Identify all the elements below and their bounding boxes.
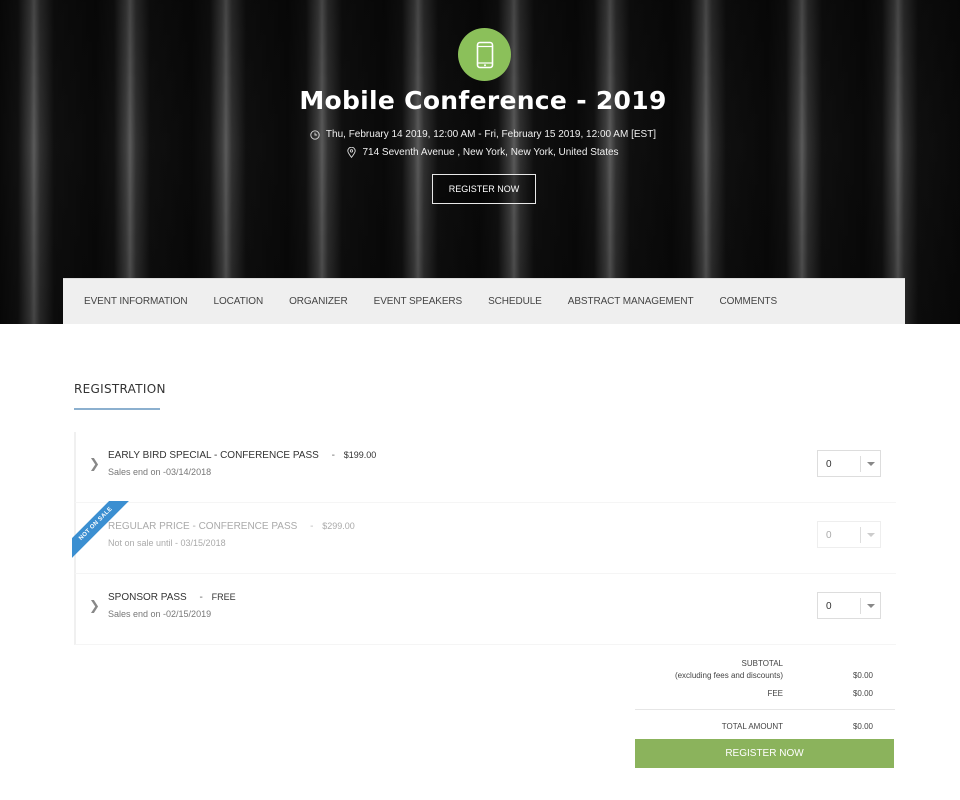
chevron-down-icon bbox=[867, 604, 875, 608]
hero-register-button[interactable]: REGISTER NOW bbox=[432, 174, 536, 204]
ticket-name: SPONSOR PASS bbox=[108, 592, 187, 603]
mobile-phone-icon bbox=[458, 28, 511, 81]
tab-location[interactable]: LOCATION bbox=[203, 296, 275, 307]
ticket-row: ❯ SPONSOR PASS - FREE Sales end on -02/1… bbox=[74, 574, 896, 645]
ticket-price: $199.00 bbox=[343, 450, 377, 460]
ticket-sales-start: Not on sale until - 03/15/2018 bbox=[108, 538, 226, 548]
title-underline bbox=[74, 408, 160, 410]
subtotal-label: SUBTOTAL bbox=[741, 659, 784, 668]
quantity-value: 0 bbox=[826, 459, 832, 470]
chevron-down-icon bbox=[867, 462, 875, 466]
ticket-name-row: REGULAR PRICE - CONFERENCE PASS - $299.0… bbox=[108, 521, 355, 532]
register-now-button[interactable]: REGISTER NOW bbox=[635, 739, 894, 768]
event-location: 714 Seventh Avenue , New York, New York,… bbox=[362, 147, 619, 158]
total-value: $0.00 bbox=[852, 722, 873, 731]
ticket-separator: - bbox=[310, 521, 314, 532]
hero-banner: Mobile Conference - 2019 Thu, February 1… bbox=[0, 0, 960, 324]
event-title: Mobile Conference - 2019 bbox=[299, 86, 667, 115]
chevron-down-icon bbox=[867, 533, 875, 537]
total-label: TOTAL AMOUNT bbox=[721, 722, 783, 731]
chevron-right-icon[interactable]: ❯ bbox=[89, 598, 100, 614]
event-nav: EVENT INFORMATION LOCATION ORGANIZER EVE… bbox=[63, 278, 905, 324]
select-divider bbox=[860, 598, 861, 614]
tab-event-speakers[interactable]: EVENT SPEAKERS bbox=[363, 296, 473, 307]
ticket-separator: - bbox=[331, 450, 335, 461]
quantity-select: 0 bbox=[817, 521, 881, 548]
tab-organizer[interactable]: ORGANIZER bbox=[278, 296, 359, 307]
ticket-price: FREE bbox=[211, 592, 236, 602]
ticket-sales-end: Sales end on -02/15/2019 bbox=[108, 609, 212, 619]
tab-schedule[interactable]: SCHEDULE bbox=[477, 296, 553, 307]
ticket-name-row: SPONSOR PASS - FREE bbox=[108, 592, 236, 603]
ticket-row: NOT ON SALE REGULAR PRICE - CONFERENCE P… bbox=[72, 501, 896, 574]
clock-icon bbox=[310, 129, 320, 140]
ticket-list: ❯ EARLY BIRD SPECIAL - CONFERENCE PASS -… bbox=[72, 432, 896, 645]
quantity-select[interactable]: 0 bbox=[817, 592, 881, 619]
quantity-value: 0 bbox=[826, 530, 832, 541]
chevron-right-icon[interactable]: ❯ bbox=[89, 456, 100, 472]
ticket-name: EARLY BIRD SPECIAL - CONFERENCE PASS bbox=[108, 450, 319, 461]
tab-abstract-management[interactable]: ABSTRACT MANAGEMENT bbox=[557, 296, 705, 307]
ticket-row: ❯ EARLY BIRD SPECIAL - CONFERENCE PASS -… bbox=[74, 432, 896, 503]
registration-title: REGISTRATION bbox=[74, 382, 166, 396]
summary-divider bbox=[635, 709, 895, 710]
tab-comments[interactable]: COMMENTS bbox=[708, 296, 788, 307]
ticket-separator: - bbox=[199, 592, 203, 603]
fee-label: FEE bbox=[767, 689, 783, 698]
fee-value: $0.00 bbox=[852, 689, 873, 698]
ticket-sales-end: Sales end on -03/14/2018 bbox=[108, 467, 212, 477]
quantity-select[interactable]: 0 bbox=[817, 450, 881, 477]
event-location-row: 714 Seventh Avenue , New York, New York,… bbox=[0, 147, 960, 158]
tab-event-information[interactable]: EVENT INFORMATION bbox=[73, 296, 199, 307]
event-date-row: Thu, February 14 2019, 12:00 AM - Fri, F… bbox=[0, 129, 960, 140]
ticket-price: $299.00 bbox=[322, 521, 355, 531]
select-divider bbox=[860, 456, 861, 472]
select-divider bbox=[860, 527, 861, 543]
map-pin-icon bbox=[347, 147, 357, 158]
subtotal-value: $0.00 bbox=[852, 671, 873, 680]
quantity-value: 0 bbox=[826, 601, 832, 612]
ticket-name: REGULAR PRICE - CONFERENCE PASS bbox=[108, 521, 298, 532]
subtotal-note: (excluding fees and discounts) bbox=[674, 671, 783, 680]
ticket-name-row: EARLY BIRD SPECIAL - CONFERENCE PASS - $… bbox=[108, 450, 376, 461]
event-date: Thu, February 14 2019, 12:00 AM - Fri, F… bbox=[325, 129, 657, 140]
